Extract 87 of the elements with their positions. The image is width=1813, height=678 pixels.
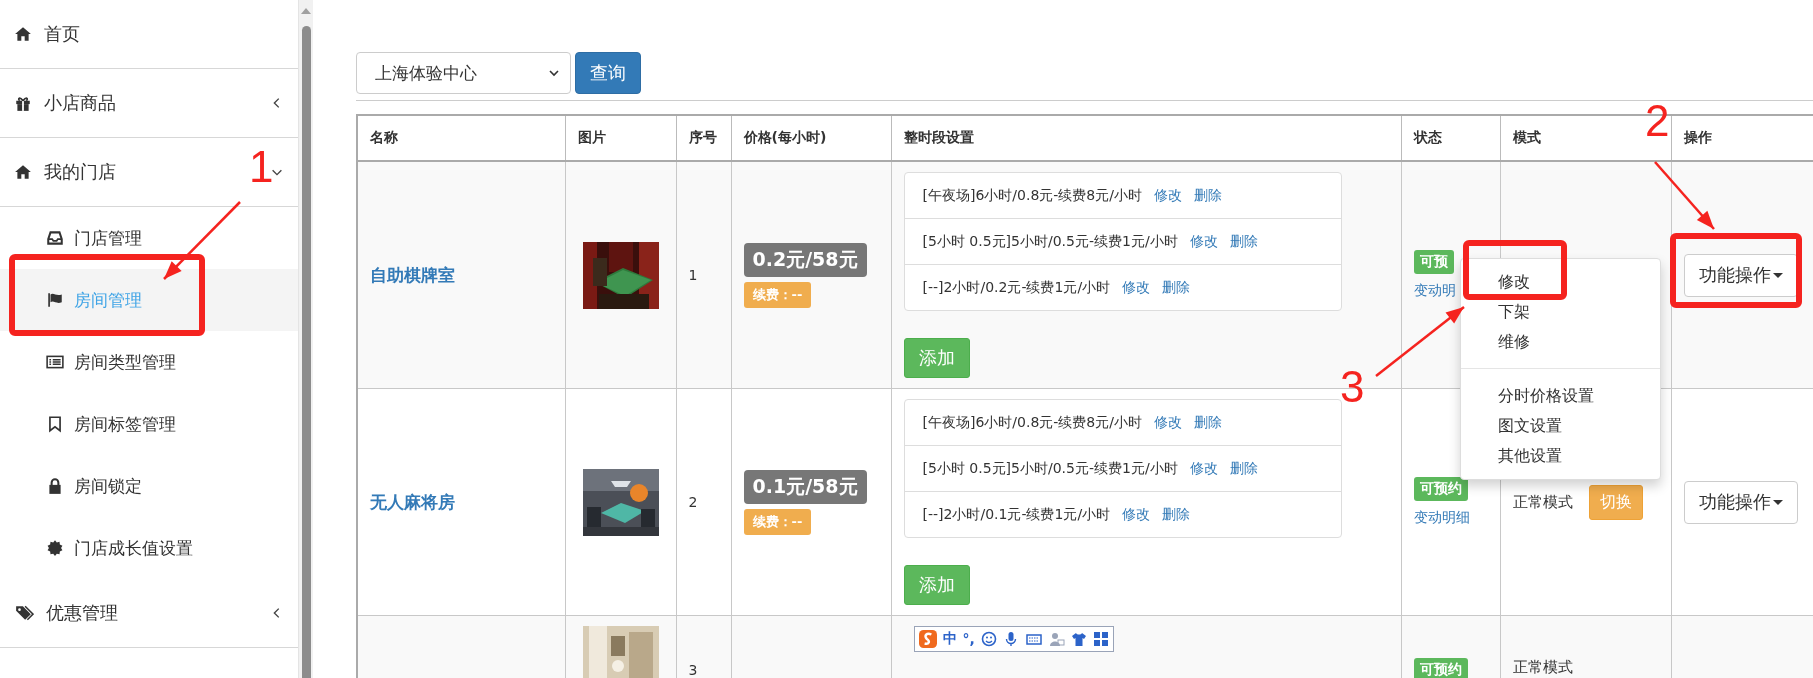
badge-icon [46,539,64,557]
ime-label[interactable]: °, [962,631,975,647]
period-text: [午夜场]6小时/0.8元-续费8元/小时 [922,186,1142,205]
sidebar-item[interactable]: 首页 [0,0,298,69]
menu-item[interactable]: 下架 [1461,297,1660,327]
price-badge: 0.2元/58元 [743,242,867,277]
smiley-icon [980,631,997,647]
menu-item[interactable]: 修改 [1461,267,1660,297]
delete-link[interactable]: 删除 [1162,505,1191,524]
column-header: 操作 [1683,129,1712,145]
list-icon [46,353,64,371]
keyboard-icon [1024,631,1043,647]
gift-icon [14,94,32,112]
period-text: [5小时 0.5元]5小时/0.5元-续费1元/小时 [922,232,1178,251]
status-badge: 可预约 [1413,477,1468,501]
edit-link[interactable]: 修改 [1154,413,1182,432]
lock-icon [46,477,64,495]
annotation-arrow [1654,161,1715,230]
action-dropdown-button[interactable]: 功能操作 [1683,253,1798,297]
column-header: 整时段设置 [903,129,974,145]
delete-link[interactable]: 删除 [1194,186,1222,205]
flag-icon [46,291,64,309]
grid-icon [1092,631,1109,647]
sidebar-subitem[interactable]: 房间标签管理 [0,393,298,455]
menu-item[interactable]: 维修 [1461,327,1660,357]
period-text: [--]2小时/0.1元-续费1元/小时 [922,505,1111,524]
edit-link[interactable]: 修改 [1122,505,1151,524]
index-text: 1 [688,267,698,283]
edit-link[interactable]: 修改 [1154,186,1182,205]
mode-text: 正常模式 [1512,658,1573,677]
bookmark-icon [46,415,64,433]
person-icon [1048,631,1065,647]
edit-link[interactable]: 修改 [1189,232,1218,251]
period-text: [--]2小时/0.2元-续费1元/小时 [922,278,1111,297]
menu-item[interactable]: 图文设置 [1461,411,1660,441]
column-header: 名称 [370,129,398,145]
ime-label[interactable]: 中 [942,630,957,648]
room-name-link[interactable]: 无人麻将房 [370,491,455,512]
renewal-badge: 续费：-- [743,281,812,308]
annotation-number: 2 [1645,96,1670,145]
menu-item[interactable]: 其他设置 [1461,441,1660,471]
column-header: 状态 [1413,129,1442,145]
mode-text: 正常模式 [1512,492,1573,512]
column-header: 序号 [688,129,717,145]
column-header: 图片 [577,129,606,145]
sidebar-subitem[interactable]: 门店成长值设置 [0,517,298,579]
column-header: 模式 [1512,129,1541,145]
sidebar-subitem[interactable]: 门店管理 [0,207,298,269]
store-select[interactable]: 上海体验中心 [356,52,571,94]
status-badge: 可预约 [1413,658,1468,678]
sidebar-subitem[interactable]: 房间锁定 [0,455,298,517]
sidebar-item[interactable]: 优惠管理 [0,579,298,648]
period-text: [5小时 0.5元]5小时/0.5元-续费1元/小时 [922,459,1178,478]
renewal-badge: 续费：-- [743,508,812,535]
status-badge: 可预 [1413,250,1454,274]
menu-item[interactable]: 分时价格设置 [1461,381,1660,411]
query-button[interactable]: 查询 [575,52,641,94]
ime-logo-icon [918,630,937,648]
room-name-link[interactable]: 自助棋牌室 [370,264,455,285]
chevron-down-icon [548,67,560,79]
index-text: 3 [688,662,698,678]
scrollbar[interactable] [299,0,313,678]
inbox-icon [46,229,64,247]
add-button[interactable]: 添加 [903,565,970,605]
delete-link[interactable]: 删除 [1194,413,1222,432]
annotation-number: 3 [1340,362,1365,411]
sidebar-subitem[interactable]: 房间类型管理 [0,331,298,393]
scroll-up-icon[interactable] [301,6,311,14]
price-badge: 0.1元/58元 [743,469,867,504]
annotation-number: 1 [249,142,274,191]
add-button[interactable]: 添加 [903,338,970,378]
edit-link[interactable]: 修改 [1122,278,1151,297]
delete-link[interactable]: 删除 [1229,459,1258,478]
delete-link[interactable]: 删除 [1162,278,1191,297]
shirt-icon [1070,631,1087,647]
action-dropdown-button[interactable]: 功能操作 [1683,480,1798,524]
sidebar-subitem[interactable]: 房间管理 [0,269,298,331]
index-text: 2 [688,494,698,510]
sidebar-item[interactable]: 小店商品 [0,69,298,138]
tags-icon [14,604,34,622]
delete-link[interactable]: 删除 [1229,232,1258,251]
change-details-link[interactable]: 变动明细 [1413,509,1488,527]
edit-link[interactable]: 修改 [1189,459,1218,478]
period-text: [午夜场]6小时/0.8元-续费8元/小时 [922,413,1142,432]
home-icon [14,163,32,181]
home-icon [14,25,32,43]
column-header: 价格(每小时) [743,129,827,145]
